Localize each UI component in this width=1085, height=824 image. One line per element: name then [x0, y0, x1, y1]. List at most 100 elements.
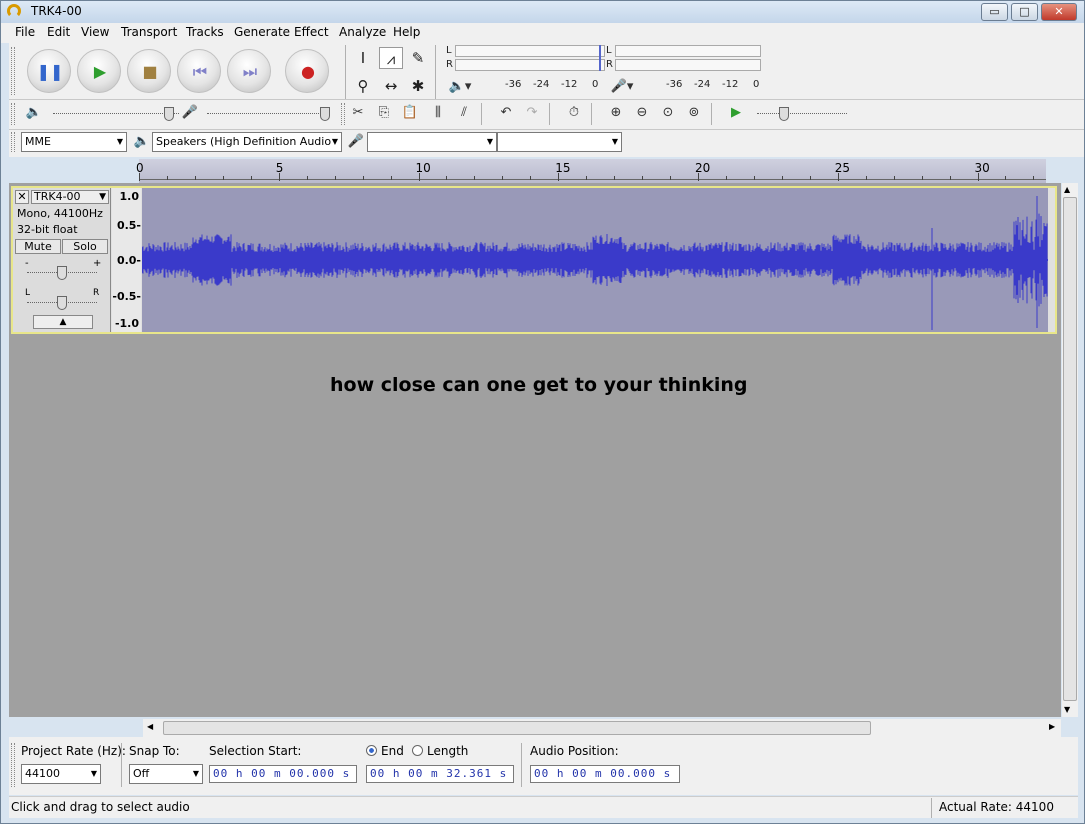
track-format-info: Mono, 44100Hz	[17, 207, 103, 220]
minimize-button[interactable]: ▭	[981, 3, 1008, 21]
scroll-up-icon[interactable]: ▲	[1064, 185, 1070, 194]
scroll-left-icon[interactable]: ◀	[147, 722, 153, 731]
scale-label: -0.5-	[112, 290, 141, 303]
length-radio[interactable]	[412, 745, 423, 756]
output-device-value: Speakers (High Definition Audio	[156, 135, 332, 148]
track-close-icon[interactable]: ✕	[15, 190, 29, 204]
maximize-button[interactable]: □	[1011, 3, 1038, 21]
vertical-scrollbar[interactable]: ▲ ▼	[1062, 183, 1078, 717]
end-radio[interactable]	[366, 745, 377, 756]
audio-position-field[interactable]: 00 h 00 m 00.000 s	[530, 765, 680, 783]
menu-analyze[interactable]: Analyze	[339, 25, 386, 39]
stop-button[interactable]: ■	[127, 49, 171, 93]
toolbar-grip[interactable]	[11, 47, 15, 95]
speaker-meter-icon[interactable]: 🔈▾	[447, 75, 473, 99]
menu-file[interactable]: File	[15, 25, 35, 39]
output-device-select[interactable]: Speakers (High Definition Audio ▼	[152, 132, 342, 152]
play-button[interactable]: ▶	[77, 49, 121, 93]
play-speed-thumb[interactable]	[779, 107, 789, 121]
input-device-select[interactable]: ▼	[367, 132, 497, 152]
vertical-scale[interactable]: 1.0 0.5- 0.0- -0.5- -1.0	[112, 188, 141, 332]
draw-tool-icon[interactable]: ✎	[406, 47, 430, 69]
mute-button[interactable]: Mute	[15, 239, 61, 254]
ruler-tick	[837, 173, 839, 181]
pan-slider-thumb[interactable]	[57, 296, 67, 310]
play-at-speed-icon[interactable]: ▶	[723, 101, 749, 125]
menu-help[interactable]: Help	[393, 25, 420, 39]
record-meter-left-label: L	[606, 45, 612, 56]
horizontal-scrollbar[interactable]: ◀ ▶	[143, 719, 1061, 737]
record-volume-slider[interactable]	[207, 113, 329, 114]
menu-tracks[interactable]: Tracks	[186, 25, 224, 39]
menu-view[interactable]: View	[81, 25, 109, 39]
audio-host-select[interactable]: MME ▼	[21, 132, 127, 152]
chevron-down-icon: ▼	[331, 137, 338, 146]
toolbar-grip[interactable]	[11, 103, 15, 125]
input-microphone-icon: 🎤	[347, 134, 365, 149]
undo-icon[interactable]: ↶	[493, 101, 519, 125]
selection-end-field[interactable]: 00 h 00 m 32.361 s	[366, 765, 514, 783]
scroll-down-icon[interactable]: ▼	[1064, 705, 1070, 714]
copy-icon[interactable]: ⎘	[371, 101, 397, 125]
redo-icon[interactable]: ↷	[519, 101, 545, 125]
ruler-tick	[558, 173, 560, 181]
pause-button[interactable]: ❚❚	[27, 49, 71, 93]
project-rate-value: 44100	[25, 767, 60, 780]
skip-start-button[interactable]: ⏮	[177, 49, 221, 93]
envelope-tool-icon[interactable]: ⩘	[379, 47, 403, 69]
zoom-out-icon[interactable]: ⊖	[629, 101, 655, 125]
collapse-track-icon[interactable]: ▲	[33, 315, 93, 329]
status-bar: Click and drag to select audio Actual Ra…	[9, 796, 1078, 818]
selection-start-field[interactable]: 00 h 00 m 00.000 s	[209, 765, 357, 783]
skip-end-icon: ⏭	[242, 62, 258, 81]
input-channels-select[interactable]: ▼	[497, 132, 622, 152]
toolbar-grip[interactable]	[11, 132, 15, 152]
play-speed-slider[interactable]	[757, 113, 847, 114]
toolbar-grip[interactable]	[11, 743, 15, 787]
rec-meter-scale-0: 0	[753, 79, 760, 90]
selection-tool-icon[interactable]: I	[351, 47, 375, 69]
record-volume-thumb[interactable]	[320, 107, 330, 121]
scale-label: -1.0	[114, 317, 139, 330]
snap-to-select[interactable]: Off ▼	[129, 764, 203, 784]
menu-generate[interactable]: Generate	[234, 25, 290, 39]
playback-volume-slider[interactable]	[53, 113, 179, 114]
trim-icon[interactable]: ⫼	[425, 101, 451, 125]
ruler-baseline	[139, 179, 1046, 180]
horizontal-scroll-thumb[interactable]	[163, 721, 871, 735]
menu-edit[interactable]: Edit	[47, 25, 70, 39]
fit-project-icon[interactable]: ⊚	[681, 101, 707, 125]
microphone-meter-icon[interactable]: 🎤▾	[609, 75, 635, 99]
skip-start-icon: ⏮	[192, 62, 208, 81]
ruler-tick	[166, 176, 168, 180]
zoom-tool-icon[interactable]: ⚲	[351, 75, 375, 97]
timeline-ruler[interactable]: 0 5 10 15 20 25 30	[136, 159, 1046, 183]
waveform-display[interactable]	[141, 188, 1048, 332]
silence-icon[interactable]: ⫽	[451, 101, 477, 125]
gain-slider-thumb[interactable]	[57, 266, 67, 280]
track-name-menu[interactable]: TRK4-00 ▼	[31, 190, 109, 204]
solo-button[interactable]: Solo	[62, 239, 108, 254]
timeshift-tool-icon[interactable]: ↔	[379, 75, 403, 97]
paste-icon[interactable]: 📋	[397, 101, 423, 125]
audio-track[interactable]: ✕ TRK4-00 ▼ Mono, 44100Hz 32-bit float Mu…	[11, 186, 1057, 334]
fit-selection-icon[interactable]: ⊙	[655, 101, 681, 125]
zoom-in-icon[interactable]: ⊕	[603, 101, 629, 125]
playback-volume-thumb[interactable]	[164, 107, 174, 121]
gain-plus-label: +	[93, 258, 102, 269]
cut-icon[interactable]: ✂	[345, 101, 371, 125]
menu-transport[interactable]: Transport	[121, 25, 177, 39]
project-rate-select[interactable]: 44100 ▼	[21, 764, 101, 784]
menu-effect[interactable]: Effect	[294, 25, 329, 39]
record-button[interactable]: ●	[285, 49, 329, 93]
vertical-scroll-thumb[interactable]	[1063, 197, 1077, 701]
ruler-tick	[921, 176, 923, 180]
multi-tool-icon[interactable]: ✱	[406, 75, 430, 97]
meter-right-label: R	[446, 59, 453, 70]
close-button[interactable]: ✕	[1041, 3, 1077, 21]
skip-end-button[interactable]: ⏭	[227, 49, 271, 93]
scroll-right-icon[interactable]: ▶	[1049, 722, 1055, 731]
ruler-tick	[446, 176, 448, 180]
sync-lock-icon[interactable]: ⏱	[561, 101, 587, 125]
play-icon: ▶	[93, 62, 107, 81]
